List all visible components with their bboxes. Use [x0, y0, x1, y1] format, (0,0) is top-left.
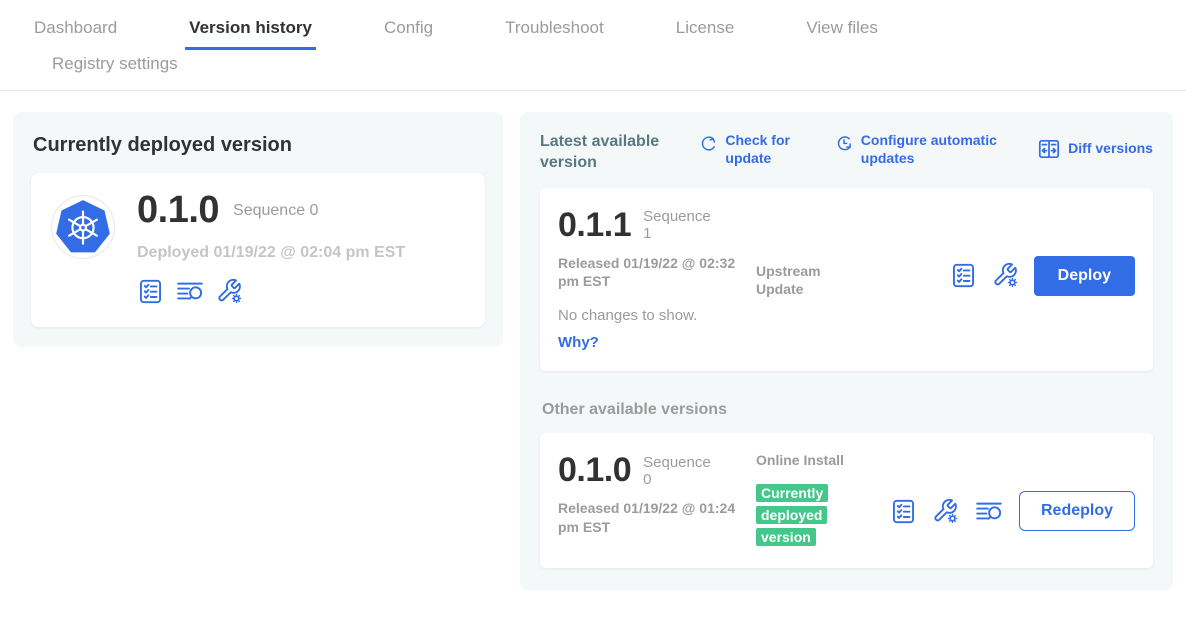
configure-automatic-updates-link[interactable]: Configure automatic updates — [834, 132, 1011, 167]
nav-row-2: Registry settings — [0, 50, 1186, 90]
check-update-icon — [698, 133, 718, 153]
no-changes-text: No changes to show. — [558, 307, 756, 324]
preflight-checks-icon[interactable] — [137, 278, 164, 305]
preflight-checks-icon[interactable] — [890, 498, 917, 525]
kubernetes-logo-icon — [51, 195, 115, 264]
diff-versions-icon — [1037, 137, 1061, 161]
latest-version-source: Upstream Update — [756, 262, 848, 352]
currently-deployed-panel: Currently deployed version 0.1.0 Sequenc… — [13, 112, 503, 347]
tab-license[interactable]: License — [672, 16, 739, 50]
tab-troubleshoot[interactable]: Troubleshoot — [501, 16, 608, 50]
why-link[interactable]: Why? — [558, 334, 756, 351]
available-versions-panel: Latest available version Check for updat… — [520, 112, 1173, 590]
other-sequence-label: Sequence 0 — [643, 454, 713, 489]
other-version-card: 0.1.0 Sequence 0 Released 01/19/22 @ 01:… — [540, 433, 1153, 568]
other-version-source-block: Online Install Currently deployed versio… — [756, 451, 848, 548]
tab-view-files[interactable]: View files — [802, 16, 882, 50]
other-version-source: Online Install — [756, 451, 848, 470]
nav-row-1: Dashboard Version history Config Trouble… — [0, 0, 1186, 50]
deployed-sequence-label: Sequence 0 — [233, 202, 318, 220]
redeploy-button[interactable]: Redeploy — [1019, 491, 1135, 531]
deployed-timestamp: Deployed 01/19/22 @ 02:04 pm EST — [137, 244, 405, 262]
currently-deployed-card: 0.1.0 Sequence 0 Deployed 01/19/22 @ 02:… — [31, 173, 485, 327]
deploy-button[interactable]: Deploy — [1034, 256, 1135, 296]
edit-config-icon[interactable] — [932, 498, 959, 525]
diff-versions-link[interactable]: Diff versions — [1037, 136, 1153, 161]
check-for-update-label: Check for update — [725, 132, 807, 167]
top-nav: Dashboard Version history Config Trouble… — [0, 0, 1186, 91]
latest-available-title: Latest available version — [540, 132, 672, 174]
latest-available-header: Latest available version Check for updat… — [540, 132, 1153, 174]
latest-version-actions: Deploy — [950, 256, 1135, 296]
preflight-checks-icon[interactable] — [950, 262, 977, 289]
deployed-version-number: 0.1.0 — [137, 189, 219, 232]
currently-deployed-badge: Currently deployed version — [756, 484, 828, 546]
currently-deployed-title: Currently deployed version — [33, 134, 485, 157]
other-versions-title: Other available versions — [542, 401, 1153, 419]
other-version-actions: Redeploy — [890, 491, 1135, 531]
tab-version-history[interactable]: Version history — [185, 16, 316, 50]
edit-config-icon[interactable] — [216, 278, 243, 305]
latest-version-number: 0.1.1 — [558, 206, 631, 245]
view-files-icon[interactable] — [974, 498, 1004, 525]
check-for-update-link[interactable]: Check for update — [698, 132, 807, 167]
latest-version-card: 0.1.1 Sequence 1 Released 01/19/22 @ 02:… — [540, 188, 1153, 372]
deployed-version-details: 0.1.0 Sequence 0 Deployed 01/19/22 @ 02:… — [137, 189, 405, 305]
latest-version-details: 0.1.1 Sequence 1 Released 01/19/22 @ 02:… — [558, 206, 756, 352]
other-released-timestamp: Released 01/19/22 @ 01:24 pm EST — [558, 499, 736, 537]
tab-dashboard[interactable]: Dashboard — [30, 16, 121, 50]
tab-registry-settings[interactable]: Registry settings — [48, 52, 182, 85]
diff-versions-label: Diff versions — [1068, 140, 1153, 158]
latest-sequence-label: Sequence 1 — [643, 208, 713, 243]
configure-automatic-updates-label: Configure automatic updates — [861, 132, 1011, 167]
view-files-icon[interactable] — [175, 278, 205, 305]
main-content: Currently deployed version 0.1.0 Sequenc… — [0, 91, 1186, 590]
other-version-details: 0.1.0 Sequence 0 Released 01/19/22 @ 01:… — [558, 451, 756, 548]
latest-released-timestamp: Released 01/19/22 @ 02:32 pm EST — [558, 254, 736, 292]
auto-update-icon — [834, 133, 854, 153]
currently-deployed-badge-wrap: Currently deployed version — [756, 482, 838, 548]
other-version-number: 0.1.0 — [558, 451, 631, 490]
edit-config-icon[interactable] — [992, 262, 1019, 289]
tab-config[interactable]: Config — [380, 16, 437, 50]
